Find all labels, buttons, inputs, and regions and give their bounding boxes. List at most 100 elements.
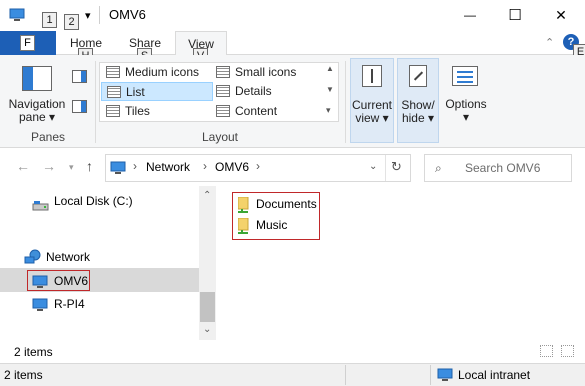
explorer-app-icon: [9, 8, 25, 21]
tab-view[interactable]: View V: [175, 31, 227, 64]
explorer-status-bar: 2 items: [0, 342, 585, 362]
layout-gallery-scroll-up-icon[interactable]: ▲: [326, 64, 334, 73]
drive-icon: [32, 196, 49, 211]
layout-small-icons-label: Small icons: [235, 65, 297, 79]
tree-item-local-disk[interactable]: Local Disk (C:): [30, 190, 198, 212]
qat-properties-button[interactable]: 1: [42, 4, 58, 28]
layout-content[interactable]: Content: [211, 102, 323, 120]
window-status-bar: 2 items Local intranet: [0, 363, 585, 386]
shared-folder-icon: [237, 217, 250, 234]
scroll-thumb[interactable]: [200, 292, 215, 322]
file-keytip: F: [20, 35, 35, 51]
maximize-button[interactable]: ☐: [492, 0, 538, 31]
bottom-item-count: 2 items: [4, 368, 43, 382]
current-view-icon: [362, 65, 382, 87]
tree-item-network[interactable]: Network: [22, 246, 198, 268]
show-hide-button[interactable]: Show/ hide ▾: [397, 58, 439, 143]
tab-file[interactable]: F: [0, 31, 56, 55]
file-item-label: Documents: [256, 197, 317, 211]
network-icon: [24, 249, 42, 265]
preview-pane-icon[interactable]: [72, 70, 87, 83]
ribbon-separator: [345, 61, 346, 143]
details-view-toggle-icon[interactable]: [540, 345, 553, 357]
shared-folder-icon: [237, 196, 250, 213]
status-separator: [430, 365, 431, 385]
ribbon-collapse-icon[interactable]: ⌃: [545, 36, 554, 49]
small-icons-icon: [216, 66, 230, 78]
qat-keytip-2: 2: [64, 14, 79, 30]
layout-details[interactable]: Details: [211, 82, 323, 100]
list-icon: [107, 86, 121, 98]
forward-icon[interactable]: →: [42, 158, 56, 174]
scroll-up-icon[interactable]: ⌃: [203, 190, 211, 201]
current-view-label-2-text: view: [355, 111, 380, 125]
layout-list[interactable]: List: [101, 82, 213, 101]
layout-small-icons[interactable]: Small icons: [211, 63, 323, 81]
tree-item-highlight: OMV6: [27, 270, 90, 291]
layout-group-label: Layout: [201, 130, 239, 144]
qat-customize-icon[interactable]: ▾: [85, 9, 91, 22]
layout-medium-icons[interactable]: Medium icons: [101, 63, 211, 81]
tree-item-label: Local Disk (C:): [54, 194, 133, 208]
file-item-documents[interactable]: Documents: [234, 194, 318, 215]
file-item-music[interactable]: Music: [234, 215, 318, 236]
search-placeholder: Search OMV6: [465, 161, 541, 175]
qat-keytip-1: 1: [42, 12, 57, 28]
layout-list-label: List: [126, 85, 145, 99]
details-icon: [216, 85, 230, 97]
address-dropdown-icon[interactable]: ⌄: [369, 161, 377, 172]
status-separator: [345, 365, 346, 385]
layout-gallery-more-icon[interactable]: ▾: [326, 105, 331, 116]
show-hide-label-2: hide ▾: [401, 111, 435, 125]
options-button[interactable]: Options ▾: [442, 58, 490, 143]
layout-tiles[interactable]: Tiles: [101, 102, 211, 120]
back-icon[interactable]: ←: [16, 158, 30, 174]
breadcrumb-omv6[interactable]: OMV6: [215, 160, 249, 174]
intranet-zone-icon: [437, 368, 453, 382]
search-icon: ⌕: [435, 161, 442, 175]
file-item-label: Music: [256, 218, 288, 232]
tree-item-r-pi4[interactable]: R-PI4: [30, 293, 198, 315]
scroll-down-icon[interactable]: ⌄: [203, 324, 211, 335]
qat-new-folder-button[interactable]: 2: [64, 4, 79, 30]
tree-scrollbar[interactable]: ⌃ ⌄: [199, 186, 216, 340]
medium-icons-icon: [106, 66, 120, 78]
layout-medium-icons-label: Medium icons: [125, 65, 200, 79]
close-button[interactable]: ✕: [538, 0, 584, 31]
search-box[interactable]: ⌕ Search OMV6: [424, 154, 572, 182]
large-icons-view-toggle-icon[interactable]: [561, 345, 574, 357]
minimize-button[interactable]: —: [447, 0, 493, 31]
options-dropdown-icon: ▾: [462, 110, 470, 124]
title-separator: [99, 6, 100, 24]
current-view-button[interactable]: Current view ▾: [350, 58, 394, 143]
tree-item-label: OMV6: [54, 274, 89, 288]
breadcrumb-separator-icon: ›: [203, 159, 207, 173]
tab-share[interactable]: Share S: [125, 31, 165, 64]
show-hide-icon: [409, 65, 427, 87]
navigation-pane-label-2: pane ▾: [18, 110, 56, 124]
computer-icon: [32, 297, 48, 311]
breadcrumb-network[interactable]: Network: [146, 160, 190, 174]
navigation-pane-label-2-text: pane: [18, 110, 46, 124]
content-icon: [216, 105, 230, 117]
details-pane-icon[interactable]: [72, 100, 87, 113]
refresh-icon[interactable]: ↻: [391, 159, 402, 175]
item-count: 2 items: [14, 345, 53, 359]
address-separator: [385, 155, 386, 181]
address-bar[interactable]: › Network › OMV6 › ⌄ ↻: [105, 154, 411, 182]
tiles-icon: [106, 105, 120, 117]
zone-label: Local intranet: [458, 368, 531, 382]
tree-item-omv6[interactable]: OMV6: [0, 268, 199, 292]
options-icon: [452, 66, 478, 86]
up-icon[interactable]: ↑: [86, 158, 93, 174]
navigation-pane-button[interactable]: Navigation pane ▾: [6, 61, 68, 125]
panes-group-label: Panes: [30, 130, 66, 144]
recent-locations-icon[interactable]: ▾: [69, 162, 74, 173]
layout-gallery-scroll-down-icon[interactable]: ▼: [326, 85, 334, 94]
network-location-icon: [110, 161, 126, 174]
computer-icon: [32, 274, 48, 288]
tab-home[interactable]: Home H: [66, 31, 106, 64]
layout-details-label: Details: [235, 84, 272, 98]
tree-item-label: Network: [46, 250, 91, 264]
layout-content-label: Content: [235, 104, 278, 118]
